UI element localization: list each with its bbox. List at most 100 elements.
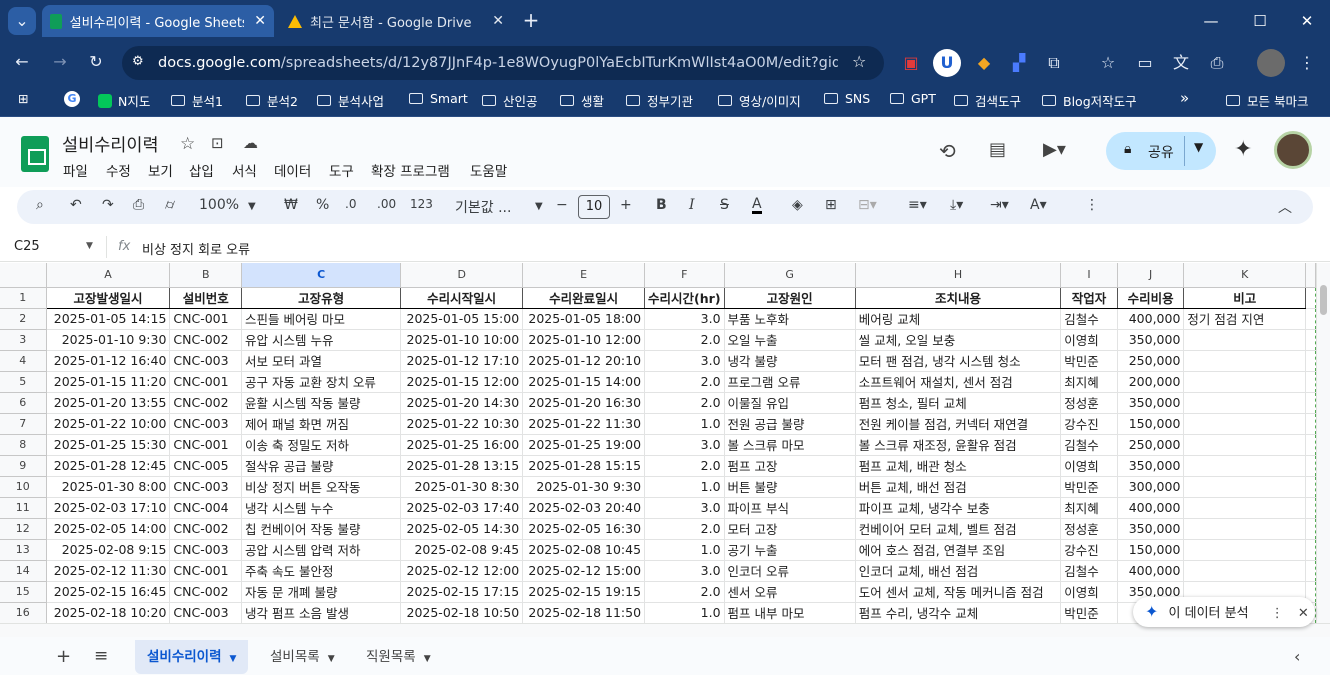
cell[interactable]: 이물질 유입 xyxy=(724,392,856,414)
row-header[interactable]: 16 xyxy=(0,602,47,623)
cell[interactable]: 이영희 xyxy=(1060,581,1118,603)
cell[interactable] xyxy=(1183,413,1307,435)
menu-format[interactable]: 서식 xyxy=(232,160,257,180)
cell[interactable]: 400,000 xyxy=(1117,308,1185,330)
cell[interactable]: 냉각 펌프 소음 발생 xyxy=(241,602,402,623)
gemini-icon[interactable]: ✦ xyxy=(1234,137,1252,162)
cell[interactable]: CNC-002 xyxy=(169,518,243,540)
bookmark-folder[interactable]: Smart xyxy=(409,91,468,106)
bookmark-star-icon[interactable]: ☆ xyxy=(852,52,866,71)
sheet-tab-repair-history[interactable]: 설비수리이력 ▼ xyxy=(135,640,249,674)
row-header[interactable]: 6 xyxy=(0,392,47,414)
cell[interactable]: 1.0 xyxy=(644,413,725,435)
cell[interactable]: 300,000 xyxy=(1117,476,1185,498)
cell[interactable]: 공기 누출 xyxy=(724,539,856,561)
header-cell[interactable]: 수리시간(hr) xyxy=(644,287,725,309)
maximize-button[interactable]: ☐ xyxy=(1245,8,1275,34)
cell[interactable]: 절삭유 공급 불량 xyxy=(241,455,402,477)
extension-color-icon[interactable]: ◆ xyxy=(970,49,998,77)
name-box[interactable]: C25 xyxy=(14,239,40,254)
cell[interactable]: 150,000 xyxy=(1117,539,1185,561)
close-window-button[interactable]: ✕ xyxy=(1292,8,1322,34)
cell-table[interactable]: A B C D E F G H I J K 1 고장발생일시 설비번호 고장유형… xyxy=(0,263,1316,623)
cell[interactable]: 서보 모터 과열 xyxy=(241,350,402,372)
row-header[interactable]: 8 xyxy=(0,434,47,456)
column-header-j[interactable]: J xyxy=(1117,263,1185,288)
fill-color-icon[interactable]: ◈ xyxy=(792,197,803,213)
cell[interactable]: 제어 패널 화면 꺼짐 xyxy=(241,413,402,435)
bookmark-item[interactable]: N지도 xyxy=(98,91,150,110)
cell[interactable]: 2.0 xyxy=(644,392,725,414)
cell[interactable]: 400,000 xyxy=(1117,497,1185,519)
move-folder-icon[interactable]: ⊡ xyxy=(211,134,224,152)
redo-icon[interactable]: ↷ xyxy=(102,197,114,213)
increase-font-button[interactable]: + xyxy=(620,197,632,213)
extension-video-icon[interactable]: ▣ xyxy=(897,49,925,77)
borders-icon[interactable]: ⊞ xyxy=(825,197,837,213)
cell[interactable]: 3.0 xyxy=(644,560,725,582)
formula-input[interactable]: 비상 정지 회로 오류 xyxy=(142,239,250,258)
cell[interactable] xyxy=(1183,434,1307,456)
history-icon[interactable]: ⟲ xyxy=(939,139,956,163)
cell[interactable]: 센서 오류 xyxy=(724,581,856,603)
bookmark-folder[interactable]: 산인공 xyxy=(482,91,538,110)
more-toolbar-icon[interactable]: ⋮ xyxy=(1085,197,1099,213)
search-menu-icon[interactable]: ⌕ xyxy=(36,197,44,213)
back-icon[interactable]: ← xyxy=(8,48,36,76)
cell[interactable]: 1.0 xyxy=(644,476,725,498)
row-header[interactable]: 2 xyxy=(0,308,47,330)
cell[interactable]: 파이프 교체, 냉각수 보충 xyxy=(855,497,1062,519)
align-left-icon[interactable]: ≡▾ xyxy=(908,197,927,213)
cell[interactable]: 3.0 xyxy=(644,434,725,456)
tab-drive[interactable]: 최근 문서함 - Google Drive ✕ xyxy=(280,5,512,37)
bold-button[interactable]: B xyxy=(656,197,667,213)
cell[interactable]: 2025-01-10 10:00 xyxy=(400,329,524,351)
cell[interactable]: CNC-001 xyxy=(169,560,243,582)
cell[interactable]: 도어 센서 교체, 작동 메커니즘 점검 xyxy=(855,581,1062,603)
bookmark-folder[interactable]: GPT xyxy=(890,91,936,106)
column-header-f[interactable]: F xyxy=(644,263,725,288)
cell[interactable]: 2025-01-28 15:15 xyxy=(522,455,646,477)
cell[interactable]: 냉각 시스템 누수 xyxy=(241,497,402,519)
text-color-button[interactable]: A xyxy=(752,197,762,214)
column-header-e[interactable]: E xyxy=(522,263,646,288)
cell[interactable]: 펌프 청소, 필터 교체 xyxy=(855,392,1062,414)
chevron-down-icon[interactable]: ▼ xyxy=(248,201,256,212)
cell[interactable]: 2025-02-12 12:00 xyxy=(400,560,524,582)
all-bookmarks[interactable]: 모든 북마크 xyxy=(1226,91,1308,110)
cell[interactable]: 버튼 불량 xyxy=(724,476,856,498)
cell[interactable]: 2025-02-08 9:15 xyxy=(46,539,171,561)
row-header[interactable]: 9 xyxy=(0,455,47,477)
cell[interactable]: 1.0 xyxy=(644,539,725,561)
cell[interactable] xyxy=(1183,455,1307,477)
cell[interactable]: 2025-01-20 14:30 xyxy=(400,392,524,414)
cell[interactable] xyxy=(1183,560,1307,582)
percent-format-button[interactable]: % xyxy=(316,197,329,213)
cell[interactable]: 전원 공급 불량 xyxy=(724,413,856,435)
cell[interactable]: 2025-02-08 10:45 xyxy=(522,539,646,561)
cell[interactable]: 스핀들 베어링 마모 xyxy=(241,308,402,330)
menu-extensions[interactable]: 확장 프로그램 xyxy=(371,160,450,180)
column-header-k[interactable]: K xyxy=(1183,263,1307,288)
cloud-status-icon[interactable]: ☁ xyxy=(243,134,258,152)
bookmark-folder[interactable]: Blog저작도구 xyxy=(1042,91,1137,110)
header-cell[interactable]: 수리시작일시 xyxy=(400,287,524,309)
row-header[interactable]: 15 xyxy=(0,581,47,603)
sheet-tab-employees[interactable]: 직원목록 ▼ xyxy=(354,640,443,674)
cell[interactable]: 주축 속도 불안정 xyxy=(241,560,402,582)
vertical-scrollbar[interactable] xyxy=(1316,263,1330,623)
close-icon[interactable]: ✕ xyxy=(492,13,504,29)
column-header-g[interactable]: G xyxy=(724,263,856,288)
cell[interactable]: CNC-003 xyxy=(169,539,243,561)
menu-edit[interactable]: 수정 xyxy=(106,160,131,180)
header-cell[interactable]: 고장원인 xyxy=(724,287,856,309)
chevron-down-icon[interactable]: ▼ xyxy=(86,241,93,251)
print-icon[interactable]: ⎙ xyxy=(1203,49,1231,77)
cell[interactable]: CNC-003 xyxy=(169,350,243,372)
cell[interactable]: 350,000 xyxy=(1117,329,1185,351)
cell[interactable]: 2025-01-20 13:55 xyxy=(46,392,171,414)
menu-insert[interactable]: 삽입 xyxy=(189,160,214,180)
menu-view[interactable]: 보기 xyxy=(148,160,173,180)
paint-format-icon[interactable]: ⌭ xyxy=(165,197,175,213)
cell[interactable] xyxy=(1183,371,1307,393)
